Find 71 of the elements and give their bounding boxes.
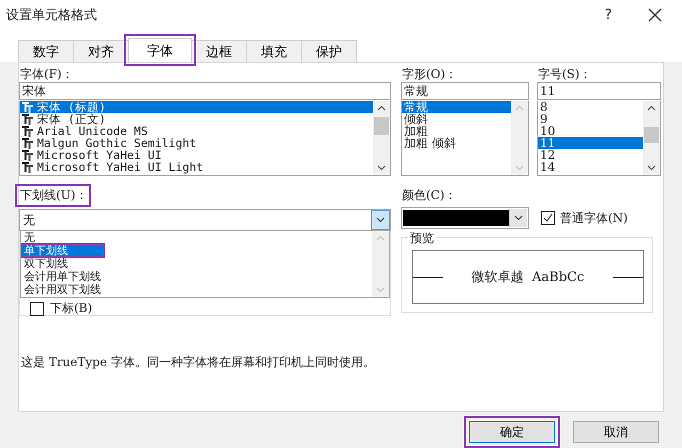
subscript-checkbox[interactable] [30,302,44,316]
style-field[interactable]: 常规 [401,82,529,100]
truetype-icon [22,149,34,161]
truetype-icon [22,113,34,125]
close-icon[interactable] [648,8,662,22]
normal-font-checkbox[interactable] [541,211,555,225]
size-item[interactable]: 12 [538,149,643,161]
chevron-down-icon [376,287,385,293]
tab[interactable]: 边框 [191,40,247,62]
scrollbar-thumb[interactable] [374,117,389,135]
tab[interactable]: 数字 [18,40,74,62]
font-item[interactable]: Arial Unicode MS [20,125,373,137]
checkbox-label: 下标(B) [50,300,92,317]
scrollbar[interactable] [373,101,390,175]
size-item[interactable]: 8 [538,101,643,113]
size-item[interactable]: 14 [538,161,643,173]
chevron-up-icon [515,105,524,111]
checkbox-label: 普通字体(N) [560,210,628,226]
style-item[interactable]: 加粗 [402,125,511,137]
chevron-down-icon[interactable] [377,165,386,171]
style-item[interactable]: 加粗 倾斜 [402,137,511,149]
underline-option[interactable]: 双下划线 [21,257,372,270]
truetype-icon [22,161,34,173]
underline-dropdown[interactable]: 无 [19,209,391,231]
size-list[interactable]: 8 9 10 11 12 14 [537,101,661,176]
field-label: 字体(F)： [19,67,75,82]
font-item[interactable]: Microsoft YaHei UI [20,149,373,161]
underline-option[interactable]: 单下划线 [21,244,104,257]
description-text: 这是 TrueType 字体。同一种字体将在屏幕和打印机上同时使用。 [20,354,376,371]
truetype-icon [22,125,34,137]
chevron-up-icon[interactable] [647,105,656,111]
size-item[interactable]: 9 [538,113,643,125]
underline-option[interactable]: 会计用双下划线 [21,283,372,296]
style-item[interactable]: 倾斜 [402,113,511,125]
truetype-icon [22,137,34,149]
dialog-button[interactable]: 确定 [469,421,555,443]
font-item[interactable]: 宋体 (标题) [20,101,373,113]
font-item[interactable]: 宋体 (正文) [20,113,373,125]
font-item[interactable]: Malgun Gothic Semilight [20,137,373,149]
style-item[interactable]: 常规 [402,101,511,113]
dialog-button[interactable]: 取消 [573,421,659,443]
chevron-up-icon [376,235,385,241]
size-item[interactable]: 11 [538,137,643,149]
group-title: 预览 [408,230,436,247]
scrollbar-thumb[interactable] [644,127,659,143]
font-list[interactable]: 宋体 (标题) 宋体 (正文) Arial Unicode MS Malgun Gothic Semilight Microsoft YaHei UI Microsoft YaHei UI Light [19,101,391,176]
size-field[interactable]: 11 [537,82,661,100]
underline-option[interactable]: 会计用单下划线 [21,270,372,283]
chevron-down-icon [376,217,385,223]
chevron-down-icon [514,215,523,221]
truetype-icon [22,101,34,113]
font-field[interactable]: 宋体 [19,82,391,100]
window-title: 设置单元格格式 [6,7,98,24]
color-dropdown[interactable] [401,207,529,229]
chevron-down-icon [515,165,524,171]
chevron-up-icon[interactable] [377,105,386,111]
underline-options-list[interactable]: 无 单下划线 双下划线 会计用单下划线 会计用双下划线 [20,231,390,298]
tab[interactable]: 对齐 [73,40,129,62]
chevron-down-icon[interactable] [647,165,656,171]
scrollbar[interactable] [643,101,660,175]
size-item[interactable]: 10 [538,125,643,137]
font-item[interactable]: Microsoft YaHei UI Light [20,161,373,173]
help-button[interactable]: ? [604,7,612,23]
field-label: 字号(S)： [537,67,593,82]
tab[interactable]: 填充 [246,40,302,62]
tab[interactable]: 保护 [301,40,357,62]
preview-text: 微软卓越 AaBbCc [472,269,584,286]
field-label: 颜色(C)： [401,188,458,203]
underline-option[interactable]: 无 [21,231,372,244]
field-label: 字形(O)： [401,67,458,82]
style-list[interactable]: 常规 倾斜 加粗 加粗 倾斜 [401,101,529,176]
